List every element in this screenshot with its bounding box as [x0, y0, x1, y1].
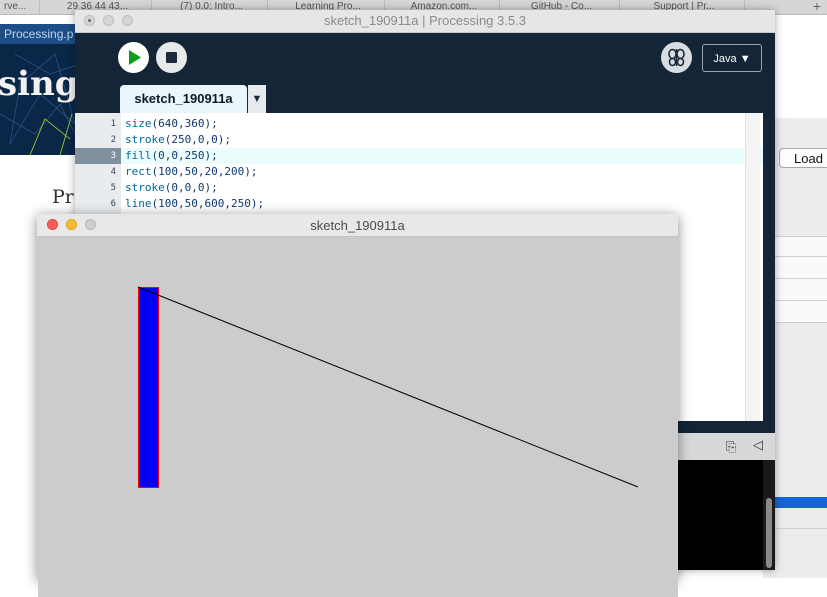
play-icon	[129, 50, 141, 65]
console-scroll-thumb[interactable]	[766, 498, 772, 568]
tab-menu-button[interactable]: ▼	[248, 85, 266, 113]
code-function: line	[125, 197, 152, 210]
run-button[interactable]	[118, 42, 149, 73]
sketch-window-title: sketch_190911a	[310, 218, 405, 233]
code-function: stroke	[125, 133, 165, 146]
background-list-area	[775, 236, 827, 322]
code-function: rect	[125, 165, 152, 178]
code-line[interactable]: 2 stroke(250,0,0);	[75, 132, 763, 148]
mode-selector[interactable]: Java ▼	[702, 44, 762, 72]
code-text: line(100,50,600,250);	[125, 196, 264, 212]
line-number: 3	[75, 148, 121, 164]
code-line[interactable]: 1 size(640,360);	[75, 116, 763, 132]
line-number: 5	[110, 183, 116, 193]
butterfly-icon	[668, 48, 685, 67]
code-line[interactable]: 3 fill(0,0,250);	[75, 148, 763, 164]
copy-icon[interactable]: ⎘	[726, 439, 736, 455]
line-number: 2	[110, 135, 116, 145]
ide-window-title: sketch_190911a | Processing 3.5.3	[324, 13, 526, 28]
stop-icon	[166, 52, 177, 63]
code-arguments: (0,0,0);	[164, 181, 218, 194]
browser-tab[interactable]: rve...	[0, 0, 40, 14]
divider	[775, 256, 827, 257]
line-number: 6	[110, 199, 116, 209]
divider	[775, 236, 827, 237]
code-function: fill	[125, 149, 152, 162]
divider	[775, 528, 827, 529]
code-line[interactable]: 6 line(100,50,600,250);	[75, 196, 763, 212]
ide-titlebar[interactable]: sketch_190911a | Processing 3.5.3	[75, 10, 775, 33]
code-arguments: (100,50,20,200);	[151, 165, 258, 178]
code-text: size(640,360);	[125, 116, 218, 132]
code-text: stroke(250,0,0);	[125, 132, 231, 148]
code-text: fill(0,0,250);	[125, 148, 218, 164]
code-text: stroke(0,0,0);	[125, 180, 218, 196]
banner-headline: sing	[0, 64, 79, 104]
line-number: 4	[110, 167, 116, 177]
code-line[interactable]: 5 stroke(0,0,0);	[75, 180, 763, 196]
code-arguments: (640,360);	[151, 117, 218, 130]
code-line[interactable]: 4 rect(100,50,20,200);	[75, 164, 763, 180]
sketch-titlebar[interactable]: sketch_190911a	[37, 214, 678, 237]
load-button[interactable]: Load	[779, 148, 827, 168]
code-arguments: (250,0,0);	[164, 133, 231, 146]
editor-scrollbar[interactable]	[745, 113, 760, 421]
sketch-window: sketch_190911a	[37, 214, 678, 597]
tab-sketch[interactable]: sketch_190911a	[120, 85, 247, 113]
code-function: stroke	[125, 181, 165, 194]
divider	[775, 278, 827, 279]
stop-button[interactable]	[156, 42, 187, 73]
sketch-canvas[interactable]	[38, 237, 678, 597]
code-arguments: (100,50,600,250);	[151, 197, 265, 210]
divider	[775, 322, 827, 323]
website-banner: Processing.p sing	[0, 24, 80, 155]
code-function: size	[125, 117, 152, 130]
canvas-background	[38, 237, 678, 597]
drawn-rectangle	[138, 287, 159, 488]
code-arguments: (0,0,250);	[151, 149, 218, 162]
line-number: 1	[110, 119, 116, 129]
selected-row-highlight	[775, 497, 827, 508]
divider	[775, 300, 827, 301]
new-tab-button[interactable]: +	[813, 0, 821, 14]
code-text: rect(100,50,20,200);	[125, 164, 257, 180]
collapse-icon[interactable]: ◁	[753, 437, 763, 453]
debug-button[interactable]	[661, 42, 692, 73]
